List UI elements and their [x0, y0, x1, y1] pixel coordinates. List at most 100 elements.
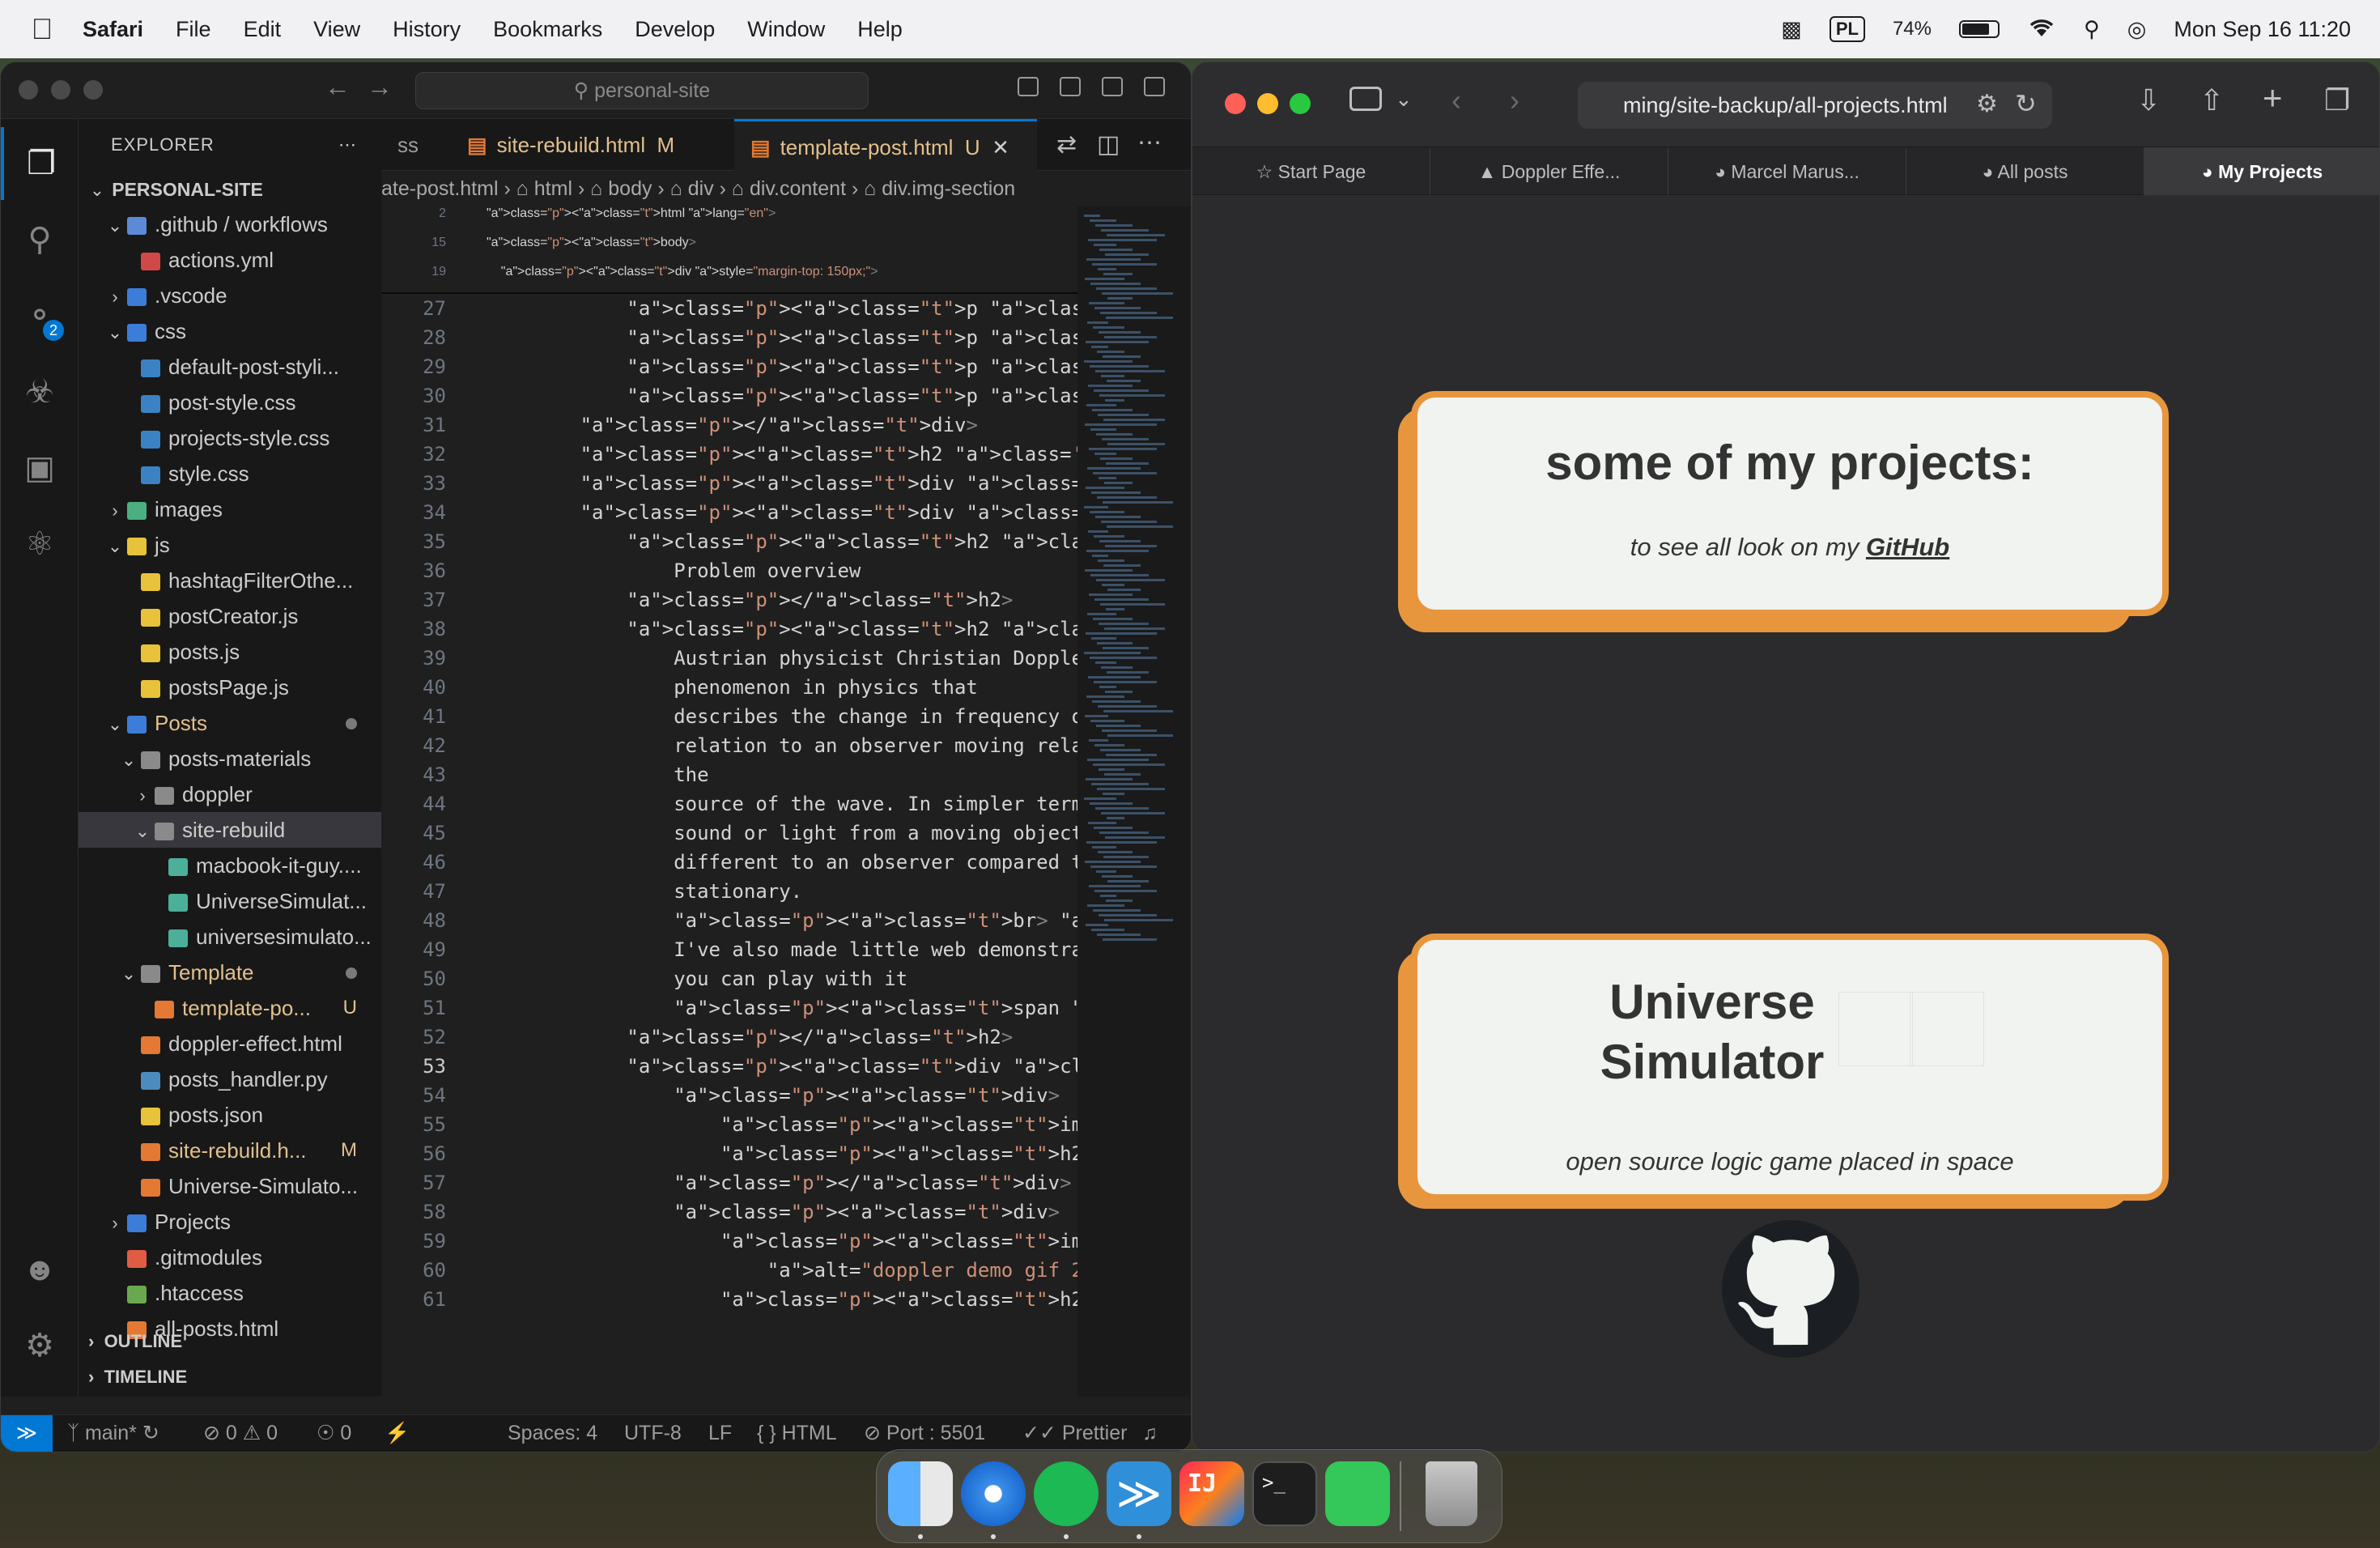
code-line[interactable]: describes the change in frequency o — [487, 702, 1077, 731]
menu-app[interactable]: Safari — [66, 17, 159, 42]
code-line[interactable]: "a">class="p"><"a">class="t">p "a">class… — [487, 323, 1077, 352]
tree-file[interactable]: .htaccess — [79, 1275, 381, 1311]
apple-menu-icon[interactable]:  — [18, 12, 66, 46]
close-tab-icon[interactable]: ✕ — [992, 135, 1009, 159]
tree-folder[interactable]: ⌄ Posts — [79, 705, 381, 741]
messages-icon[interactable] — [1325, 1461, 1390, 1526]
outline-section[interactable]: › OUTLINE — [79, 1325, 182, 1358]
extensions-icon[interactable]: ⚛ — [1, 508, 79, 580]
code-line[interactable]: the — [487, 760, 708, 789]
language-mode[interactable]: { } HTML — [757, 1415, 837, 1451]
tree-file[interactable]: macbook-it-guy.... — [79, 848, 381, 883]
tree-file[interactable]: posts_handler.py — [79, 1061, 381, 1097]
notifications-bell-icon[interactable]: ♫ — [1142, 1415, 1158, 1451]
indentation-indicator[interactable]: Spaces: 4 — [508, 1415, 597, 1451]
live-server-port[interactable]: ⊘ Port : 5501 — [864, 1415, 985, 1451]
code-line[interactable]: stationary. — [487, 877, 802, 906]
split-editor-icon[interactable]: ◫ — [1097, 130, 1120, 159]
code-line[interactable]: "a">class="p"><"a">class="t">p "a">class… — [487, 381, 1077, 410]
chevron-down-icon[interactable]: ⌄ — [134, 814, 151, 848]
code-line[interactable]: Problem overview — [487, 556, 861, 585]
chevron-right-icon[interactable]: › — [106, 1206, 124, 1240]
battery-icon[interactable] — [1958, 20, 2000, 38]
tree-folder[interactable]: ⌄ .github / workflows — [79, 206, 381, 242]
finder-icon[interactable] — [888, 1461, 953, 1526]
search-icon[interactable]: ⚲ — [1, 203, 79, 276]
chevron-down-icon[interactable]: ⌄ — [106, 315, 124, 349]
chevron-right-icon[interactable]: › — [106, 279, 124, 313]
code-line[interactable]: "a">class="p"><"a">class="t">span "a">id… — [487, 993, 1077, 1023]
code-line[interactable]: different to an observer compared t — [487, 848, 1077, 877]
chevron-down-icon[interactable]: ⌄ — [120, 742, 138, 776]
input-source-indicator[interactable]: PL — [1829, 16, 1865, 42]
tree-file[interactable]: postCreator.js — [79, 598, 381, 634]
code-line[interactable]: I've also made little web demonstra — [487, 935, 1077, 964]
tree-file[interactable]: actions.yml — [79, 242, 381, 278]
settings-gear-icon[interactable]: ⚙ — [1, 1309, 79, 1382]
code-line[interactable]: "a">class="p"><"a">class="t">img "a">src… — [487, 1110, 1077, 1139]
code-line[interactable]: "a">class="p"><"a">class="t">br> "a">cla… — [487, 906, 1077, 935]
code-line[interactable]: source of the wave. In simpler term — [487, 789, 1077, 819]
project-card-universe-simulator[interactable]: Universe Simulator open source logic game… — [1411, 933, 2169, 1358]
tab-marcel[interactable]: ◕ Marcel Marus... — [1668, 147, 1906, 196]
workspace-root[interactable]: ⌄ PERSONAL-SITE — [79, 171, 381, 206]
tree-file[interactable]: style.css — [79, 456, 381, 491]
tree-folder[interactable]: ⌄ posts-materials — [79, 741, 381, 776]
tab-group-chevron-icon[interactable]: ⌄ — [1395, 87, 1413, 112]
code-line[interactable]: "a">class="p"><"a">class="t">h2>both obj… — [487, 1285, 1077, 1314]
tree-file[interactable]: template-po... U — [79, 990, 381, 1026]
code-line[interactable]: "a">class="p"><"a">class="t">h2 "a">clas… — [487, 440, 1077, 469]
code-line[interactable]: Austrian physicist Christian Doppler — [487, 644, 1077, 673]
code-line[interactable]: "a">class="p"></"a">class="t">h2> — [487, 585, 1013, 615]
tab-start-page[interactable]: ☆ Start Page — [1192, 147, 1430, 196]
tree-file[interactable]: projects-style.css — [79, 420, 381, 456]
menu-edit[interactable]: Edit — [227, 17, 298, 42]
trash-icon[interactable] — [1426, 1461, 1477, 1526]
sidebar-toggle-icon[interactable] — [1349, 87, 1382, 111]
code-view[interactable]: 24 "a">class="p"><"a">class="t">p "a">id… — [381, 206, 1077, 1397]
code-line[interactable]: "a">class="p"><"a">class="t">div "a">cla… — [487, 469, 1077, 498]
tree-folder[interactable]: › images — [79, 491, 381, 527]
code-line[interactable]: you can play with it — [487, 964, 907, 993]
chevron-right-icon[interactable]: › — [134, 778, 151, 812]
source-control-icon[interactable]: ⚬ 2 — [1, 279, 79, 352]
tree-file[interactable]: postsPage.js — [79, 670, 381, 705]
run-debug-icon[interactable]: ☣ — [1, 355, 79, 428]
spotify-icon[interactable] — [1034, 1461, 1099, 1526]
timeline-section[interactable]: › TIMELINE — [79, 1361, 187, 1393]
menubar-clock[interactable]: Mon Sep 16 11:20 — [2174, 17, 2351, 42]
lightning-icon[interactable]: ⚡ — [385, 1415, 410, 1451]
problems-indicator[interactable]: ⊘ 0 ⚠ 0 — [203, 1415, 278, 1451]
code-line[interactable]: "a">class="p"><"a">class="t">div> — [487, 1197, 1060, 1227]
toggle-panel-icon[interactable] — [1060, 77, 1081, 96]
code-line[interactable]: "a">class="p"><"a">class="t">h2 "a">clas… — [487, 527, 1077, 556]
minimap[interactable] — [1077, 206, 1191, 1397]
reload-icon[interactable]: ↻ — [2015, 88, 2037, 119]
code-line[interactable]: "a">class="p"><"a">class="t">h2>observer… — [487, 1139, 1077, 1168]
safari-icon[interactable] — [961, 1461, 1026, 1526]
tree-file[interactable]: UniverseSimulat... — [79, 883, 381, 919]
code-line[interactable]: "a">class="p"><"a">class="t">div "a">cla… — [487, 1052, 1077, 1081]
tree-folder[interactable]: › .vscode — [79, 278, 381, 313]
menu-help[interactable]: Help — [841, 17, 919, 42]
tree-folder[interactable]: ⌄ site-rebuild — [79, 812, 381, 848]
tree-file[interactable]: default-post-styli... — [79, 349, 381, 385]
close-window-button[interactable] — [1225, 93, 1246, 114]
new-tab-icon[interactable]: + — [2263, 79, 2283, 117]
wifi-icon[interactable] — [2027, 15, 2056, 44]
tab-my-projects[interactable]: ◕ My Projects — [2144, 147, 2379, 196]
code-line[interactable]: "a">class="p"><"a">class="t">div> — [487, 1081, 1060, 1110]
menu-window[interactable]: Window — [731, 17, 841, 42]
forward-button-icon[interactable]: › — [1510, 83, 1519, 117]
toggle-primary-sidebar-icon[interactable] — [1018, 77, 1039, 96]
downloads-icon[interactable]: ⇩ — [2136, 83, 2161, 117]
tree-file[interactable]: Universe-Simulato... — [79, 1168, 381, 1204]
github-link[interactable]: GitHub — [1866, 533, 1949, 561]
keyboard-brightness-icon[interactable]: ▩ — [1781, 17, 1802, 42]
encoding-indicator[interactable]: UTF-8 — [624, 1415, 682, 1451]
chevron-down-icon[interactable]: ⌄ — [106, 529, 124, 563]
remote-indicator-icon[interactable]: ≫ — [1, 1415, 53, 1452]
tab-doppler-effect[interactable]: ▲ Doppler Effe... — [1430, 147, 1668, 196]
back-arrow-icon[interactable]: ← — [325, 72, 351, 102]
chevron-down-icon[interactable]: ⌄ — [106, 707, 124, 741]
